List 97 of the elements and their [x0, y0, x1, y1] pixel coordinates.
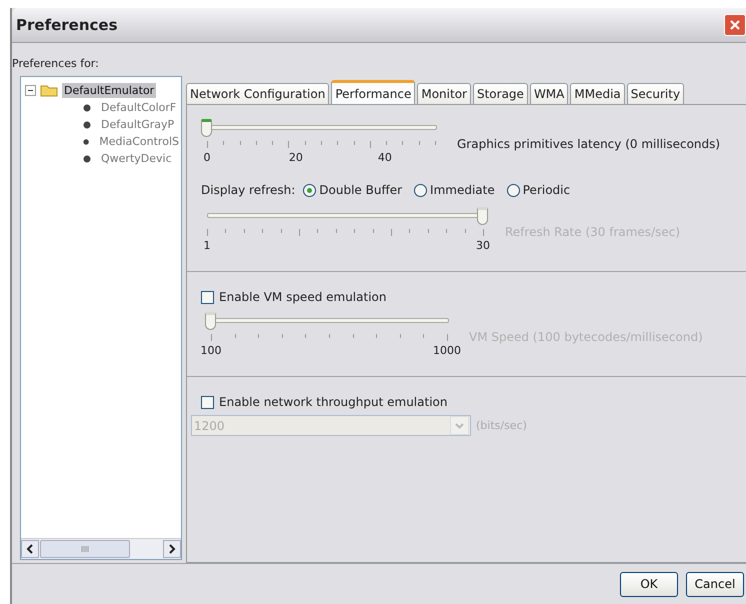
tick-label: 20: [288, 151, 303, 164]
tick-mark: [317, 229, 318, 233]
tick-mark: [304, 141, 306, 145]
radio-button[interactable]: [303, 184, 316, 196]
tick-label: 1000: [433, 344, 461, 357]
tick-mark: [370, 141, 371, 148]
checkbox-label: Enable network throughput emulation: [219, 395, 448, 409]
tick-mark: [402, 141, 404, 145]
bullet-icon: [83, 104, 91, 112]
checkbox[interactable]: [201, 396, 214, 408]
radio-button[interactable]: [506, 184, 520, 196]
tick-mark: [223, 141, 224, 145]
tick-mark: [256, 141, 257, 145]
bullet-icon: [83, 120, 91, 128]
slider-thumb[interactable]: [201, 119, 212, 137]
tab[interactable]: Security: [626, 83, 684, 104]
tab[interactable]: Storage: [472, 83, 528, 104]
tick-mark: [352, 334, 354, 338]
tick-mark: [244, 229, 245, 233]
tick-label: 100: [200, 344, 222, 357]
tick-mark: [305, 334, 306, 338]
tick-mark: [447, 334, 448, 341]
tick-mark: [354, 229, 356, 233]
collapse-toggle[interactable]: [25, 84, 36, 96]
tick-mark: [299, 229, 300, 236]
tick-mark: [336, 229, 337, 233]
scroll-left-button[interactable]: [21, 540, 39, 558]
tab[interactable]: Network Configuration: [186, 83, 330, 104]
tree-item[interactable]: DefaultGrayP: [99, 117, 176, 132]
window-title: Preferences: [16, 16, 118, 34]
tick-mark: [376, 334, 378, 338]
tick-mark: [354, 141, 355, 145]
tick-mark: [288, 141, 290, 148]
chevron-down-icon: [455, 422, 464, 428]
tick-mark: [262, 229, 264, 233]
close-button[interactable]: [724, 14, 746, 36]
chevron-left-icon: [26, 544, 34, 554]
dialog-button[interactable]: Cancel: [686, 572, 744, 596]
folder-icon: [40, 83, 58, 97]
tick-mark: [337, 141, 338, 145]
unit-label: (bits/sec): [476, 419, 527, 432]
close-icon: [729, 19, 741, 31]
field-label: Display refresh:: [201, 183, 296, 197]
tick-mark: [446, 229, 448, 233]
checkbox-label: Enable VM speed emulation: [219, 290, 386, 304]
tree-item[interactable]: QwertyDevic: [99, 151, 174, 166]
grip-icon: [81, 546, 89, 552]
tick-mark: [225, 229, 226, 233]
bullet-icon: [83, 154, 91, 162]
tick-mark: [464, 229, 466, 233]
tick-mark: [207, 229, 208, 236]
checkbox[interactable]: [201, 290, 214, 304]
tick-mark: [211, 334, 212, 341]
tick-label: 40: [378, 151, 392, 164]
dialog-button[interactable]: OK: [620, 572, 678, 596]
tick-label: 1: [204, 239, 210, 252]
tick-mark: [409, 229, 410, 233]
tick-mark: [272, 141, 274, 145]
tick-mark: [435, 141, 436, 145]
tick-mark: [329, 334, 330, 338]
radio-label: Periodic: [522, 183, 570, 197]
tree-item[interactable]: MediaControlS: [97, 134, 181, 149]
tick-mark: [258, 334, 260, 338]
tick-mark: [391, 229, 392, 236]
tick-mark: [372, 229, 374, 233]
slider-reading: Graphics primitives latency (0 milliseconds): [457, 137, 720, 151]
bullet-icon: [83, 138, 90, 146]
tick-mark: [234, 334, 236, 338]
tick-mark: [280, 229, 282, 233]
chevron-right-icon: [168, 544, 176, 554]
tick-label: 0: [204, 151, 210, 164]
tab[interactable]: MMedia: [570, 83, 625, 104]
dropdown-value: 1200: [194, 418, 225, 432]
tick-mark: [282, 334, 283, 338]
tick-mark: [321, 141, 322, 145]
tick-label: 30: [476, 239, 490, 252]
tree-label: Preferences for:: [12, 57, 100, 70]
radio-label: Double Buffer: [319, 183, 402, 197]
radio-dot-icon: [307, 188, 312, 192]
tick-mark: [207, 141, 208, 148]
tab[interactable]: Performance: [331, 80, 416, 104]
tick-mark: [483, 229, 484, 236]
radio-label: Immediate: [430, 183, 495, 197]
tick-mark: [240, 141, 241, 145]
radio-button[interactable]: [414, 184, 428, 196]
tick-mark: [400, 334, 401, 338]
tab[interactable]: WMA: [530, 83, 568, 104]
tree-item[interactable]: DefaultColorF: [99, 100, 178, 115]
tick-mark: [428, 229, 429, 233]
scroll-right-button[interactable]: [163, 540, 181, 558]
scroll-thumb[interactable]: [40, 540, 130, 558]
tree-item[interactable]: DefaultEmulator: [62, 82, 156, 98]
tick-mark: [418, 141, 420, 145]
tick-mark: [423, 334, 424, 338]
tick-mark: [386, 141, 388, 145]
horizontal-scrollbar[interactable]: [21, 538, 181, 559]
tab[interactable]: Monitor: [417, 83, 471, 104]
